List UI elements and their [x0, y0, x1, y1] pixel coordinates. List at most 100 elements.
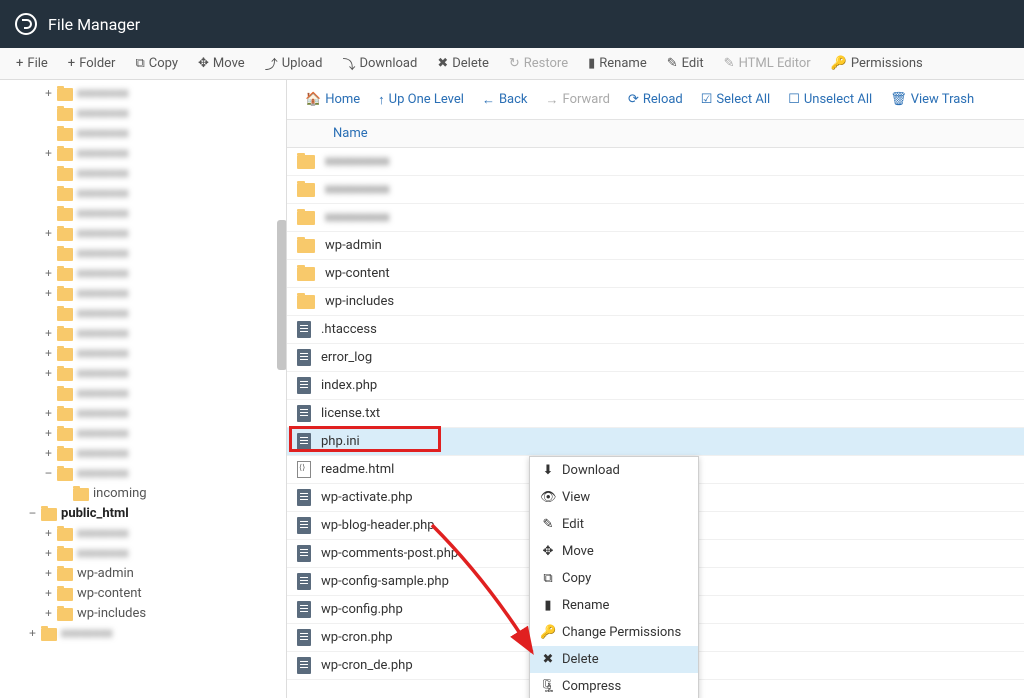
toolbar-icon: ✥: [198, 56, 209, 71]
action-view-trash-button[interactable]: 🗑View Trash: [882, 88, 982, 111]
context-move-item[interactable]: ✥Move: [530, 538, 698, 565]
tree-node[interactable]: xxxxxxxx: [0, 124, 286, 144]
tree-expander-icon[interactable]: +: [42, 284, 55, 304]
tree-node[interactable]: xxxxxxxx: [0, 304, 286, 324]
toolbar-permissions-button[interactable]: 🔑Permissions: [821, 52, 933, 75]
context-item-label: Delete: [562, 652, 599, 667]
file-row[interactable]: xxxxxxxxxx: [287, 176, 1024, 204]
tree-node[interactable]: +wp-includes: [0, 604, 286, 624]
tree-node[interactable]: +wp-content: [0, 584, 286, 604]
toolbar-copy-button[interactable]: ⧉Copy: [125, 52, 188, 75]
tree-expander-icon[interactable]: −: [26, 504, 39, 524]
context-copy-item[interactable]: ⧉Copy: [530, 565, 698, 592]
file-row[interactable]: wp-admin: [287, 232, 1024, 260]
column-header-name[interactable]: Name: [333, 126, 368, 141]
toolbar-file-button[interactable]: +File: [6, 52, 58, 75]
toolbar-label: Move: [213, 56, 245, 71]
tree-node[interactable]: +xxxxxxxx: [0, 84, 286, 104]
table-header[interactable]: Name: [287, 120, 1024, 148]
tree-node[interactable]: xxxxxxxx: [0, 184, 286, 204]
context-compress-item[interactable]: 🗜Compress: [530, 673, 698, 698]
context-delete-item[interactable]: ✖Delete: [530, 646, 698, 673]
tree-node[interactable]: +xxxxxxxx: [0, 524, 286, 544]
toolbar-delete-button[interactable]: ✖Delete: [427, 52, 499, 75]
tree-node[interactable]: +xxxxxxxx: [0, 264, 286, 284]
tree-node[interactable]: xxxxxxxx: [0, 164, 286, 184]
context-item-label: Copy: [562, 571, 591, 586]
context-view-item[interactable]: 👁View: [530, 484, 698, 511]
tree-expander-icon[interactable]: +: [42, 544, 55, 564]
context-item-icon: 👁: [540, 490, 556, 505]
context-rename-item[interactable]: ▮Rename: [530, 592, 698, 619]
tree-expander-icon[interactable]: +: [42, 584, 55, 604]
tree-expander-icon[interactable]: +: [42, 264, 55, 284]
action-reload-button[interactable]: ⟳Reload: [620, 88, 691, 111]
context-change-permissions-item[interactable]: 🔑Change Permissions: [530, 619, 698, 646]
tree-node[interactable]: +xxxxxxxx: [0, 284, 286, 304]
file-row[interactable]: .htaccess: [287, 316, 1024, 344]
tree-node[interactable]: +xxxxxxxx: [0, 444, 286, 464]
tree-node[interactable]: xxxxxxxx: [0, 244, 286, 264]
tree-expander-icon[interactable]: −: [42, 464, 55, 484]
file-row[interactable]: error_log: [287, 344, 1024, 372]
sidebar-scrollbar-thumb[interactable]: [277, 220, 287, 370]
tree-node[interactable]: +xxxxxxxx: [0, 544, 286, 564]
toolbar-edit-button[interactable]: ✎Edit: [657, 52, 714, 75]
folder-icon: [57, 88, 73, 101]
tree-expander-icon[interactable]: +: [42, 84, 55, 104]
tree-label: xxxxxxxx: [77, 224, 129, 244]
action-up-one-level-button[interactable]: ↑Up One Level: [370, 88, 472, 112]
action-select-all-button[interactable]: ☑Select All: [693, 88, 778, 111]
toolbar-folder-button[interactable]: +Folder: [58, 52, 126, 75]
tree-expander-icon[interactable]: +: [42, 144, 55, 164]
tree-expander-icon[interactable]: +: [42, 344, 55, 364]
tree-node[interactable]: +xxxxxxxx: [0, 424, 286, 444]
context-edit-item[interactable]: ✎Edit: [530, 511, 698, 538]
file-row[interactable]: xxxxxxxxxx: [287, 204, 1024, 232]
toolbar-rename-button[interactable]: ▮Rename: [578, 52, 657, 75]
tree-expander-icon[interactable]: +: [42, 424, 55, 444]
toolbar-icon: ▮: [588, 56, 595, 71]
file-row[interactable]: index.php: [287, 372, 1024, 400]
action-home-button[interactable]: 🏠Home: [297, 88, 368, 111]
file-icon: [297, 461, 311, 478]
tree-expander-icon[interactable]: +: [42, 604, 55, 624]
tree-expander-icon[interactable]: +: [42, 564, 55, 584]
tree-expander-icon[interactable]: +: [42, 404, 55, 424]
file-row[interactable]: php.ini: [287, 428, 1024, 456]
tree-node[interactable]: + xxxxxxxx: [0, 224, 286, 244]
file-row[interactable]: xxxxxxxxxx: [287, 148, 1024, 176]
tree-expander-icon[interactable]: +: [26, 624, 39, 644]
tree-node[interactable]: +xxxxxxxx: [0, 624, 286, 644]
tree-expander-icon[interactable]: +: [42, 224, 55, 244]
file-name: wp-blog-header.php: [321, 518, 435, 533]
tree-expander-icon[interactable]: +: [42, 524, 55, 544]
tree-node[interactable]: xxxxxxxx: [0, 204, 286, 224]
tree-expander-icon[interactable]: +: [42, 364, 55, 384]
tree-node[interactable]: incoming: [0, 484, 286, 504]
tree-node[interactable]: xxxxxxxx: [0, 104, 286, 124]
tree-node[interactable]: −public_html: [0, 504, 286, 524]
toolbar-icon: ⤵: [342, 54, 355, 73]
tree-node[interactable]: +xxxxxxxx: [0, 324, 286, 344]
toolbar-download-button[interactable]: ⤵Download: [332, 50, 427, 77]
tree-node[interactable]: +xxxxxxxx: [0, 144, 286, 164]
tree-node[interactable]: −xxxxxxxx: [0, 464, 286, 484]
tree-node[interactable]: +wp-admin: [0, 564, 286, 584]
tree-node[interactable]: xxxxxxxx: [0, 384, 286, 404]
tree-node[interactable]: +xxxxxxxx: [0, 344, 286, 364]
toolbar-upload-button[interactable]: ⤴Upload: [255, 50, 333, 77]
action-back-button[interactable]: ←Back: [474, 88, 536, 112]
tree-expander-icon[interactable]: +: [42, 444, 55, 464]
tree-expander-icon[interactable]: +: [42, 324, 55, 344]
file-row[interactable]: wp-content: [287, 260, 1024, 288]
file-row[interactable]: wp-includes: [287, 288, 1024, 316]
context-download-item[interactable]: ⬇Download: [530, 457, 698, 484]
tree-node[interactable]: +xxxxxxxx: [0, 404, 286, 424]
file-row[interactable]: license.txt: [287, 400, 1024, 428]
context-menu[interactable]: ⬇Download👁View✎Edit✥Move⧉Copy▮Rename🔑Cha…: [529, 456, 699, 698]
toolbar-move-button[interactable]: ✥ Move: [188, 52, 255, 75]
folder-tree-sidebar[interactable]: +xxxxxxxxxxxxxxxxxxxxxxxx+xxxxxxxxxxxxxx…: [0, 80, 287, 698]
action-unselect-all-button[interactable]: ☐Unselect All: [780, 88, 880, 111]
tree-node[interactable]: +xxxxxxxx: [0, 364, 286, 384]
